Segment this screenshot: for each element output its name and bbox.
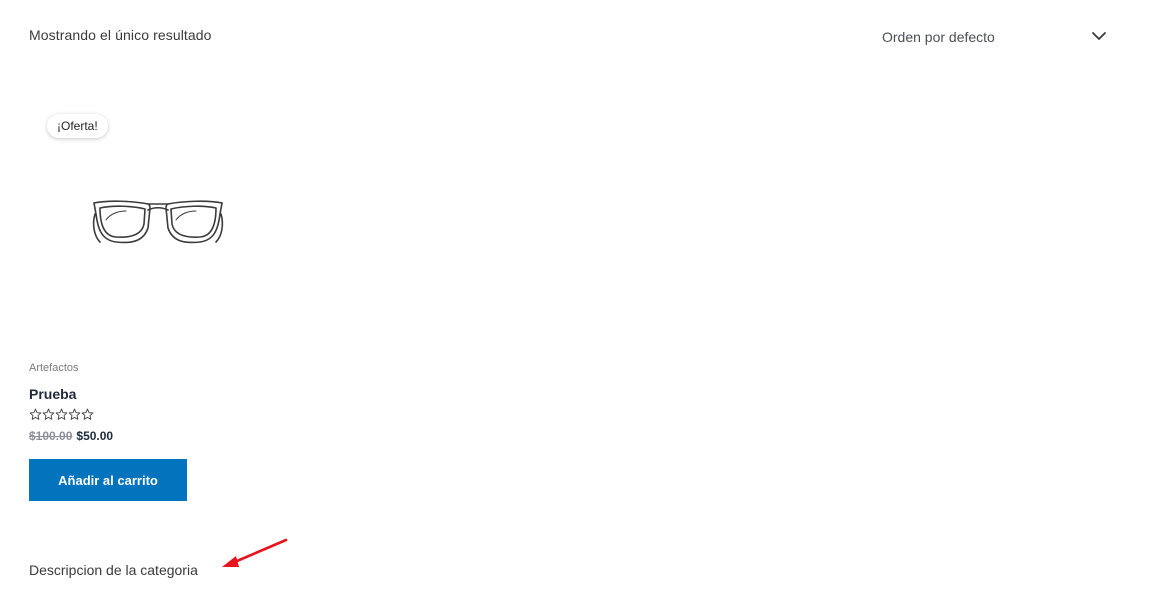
red-arrow-icon [222,538,288,567]
star-icon [42,408,55,420]
regular-price: $100.00 [29,429,73,443]
add-to-cart-button[interactable]: Añadir al carrito [29,459,187,501]
star-icon [68,408,81,420]
category-description: Descripcion de la categoria [29,562,198,578]
star-icon [55,408,68,420]
orderby-selected-label: Orden por defecto [882,29,995,45]
eyeglasses-icon[interactable] [88,190,228,250]
star-icon [81,408,94,420]
sale-price: $50.00 [76,429,114,443]
result-count: Mostrando el único resultado [29,27,212,43]
chevron-down-icon [1092,32,1106,40]
product-title[interactable]: Prueba [29,386,76,402]
orderby-select[interactable]: Orden por defecto [872,20,1112,54]
shop-page: Mostrando el único resultado Orden por d… [0,0,1160,614]
star-icon [29,408,42,420]
product-price: $100.00 $50.00 [29,429,113,443]
sale-badge: ¡Oferta! [47,114,108,138]
star-rating [29,408,94,421]
product-category[interactable]: Artefactos [29,362,79,374]
